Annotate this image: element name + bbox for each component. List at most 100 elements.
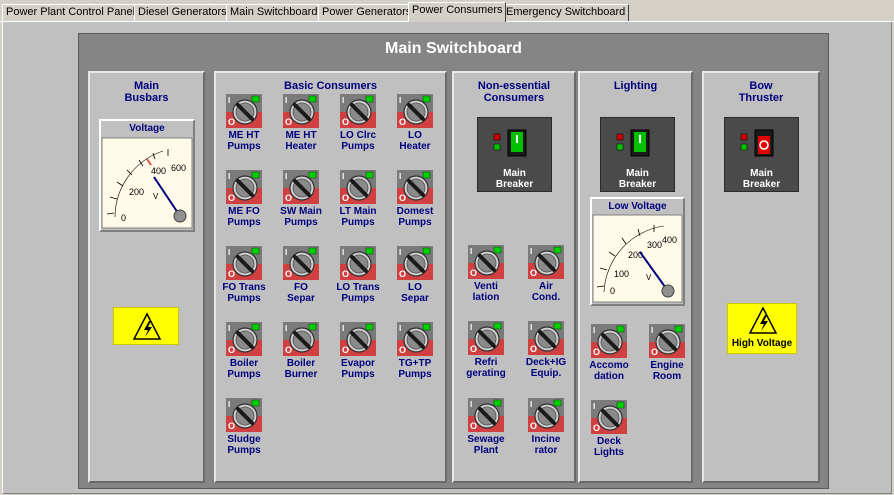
tab-power-plant-control-panel[interactable]: Power Plant Control Panel — [2, 4, 140, 21]
svg-text:V: V — [153, 192, 159, 201]
consumer-switch-label: LO Heater — [399, 130, 431, 152]
svg-text:O: O — [530, 268, 537, 278]
svg-text:I: I — [342, 324, 344, 333]
svg-text:O: O — [399, 269, 406, 279]
consumer-switch[interactable]: I O Air Cond. — [522, 245, 570, 303]
svg-text:O: O — [285, 193, 292, 203]
rotary-switch-icon: IO — [649, 324, 685, 358]
svg-text:I: I — [342, 172, 344, 181]
consumer-switch-label: LT Main Pumps — [339, 206, 377, 228]
svg-text:I: I — [342, 96, 344, 105]
consumer-switch-label: TG+TP Pumps — [398, 358, 432, 380]
consumer-switch[interactable]: I O Incine rator — [522, 398, 570, 456]
svg-text:I: I — [342, 248, 344, 257]
voltage-meter: Voltage 0 200 400 600 V — [99, 119, 195, 232]
breaker-on-icon — [493, 129, 527, 157]
consumer-switch[interactable]: I O Boiler Pumps — [220, 322, 268, 380]
svg-text:I: I — [228, 324, 230, 333]
svg-text:I: I — [593, 326, 595, 335]
lighting-main-breaker[interactable]: Main Breaker — [600, 117, 675, 192]
svg-text:O: O — [228, 345, 235, 355]
svg-text:O: O — [651, 347, 658, 357]
svg-text:I: I — [285, 248, 287, 257]
consumer-switch[interactable]: I O LO Separ — [391, 246, 439, 304]
svg-text:O: O — [285, 345, 292, 355]
svg-text:I: I — [228, 400, 230, 409]
svg-text:I: I — [530, 400, 532, 409]
consumer-switch-label: Sludge Pumps — [227, 434, 261, 456]
consumer-switch-label: LO Trans Pumps — [336, 282, 380, 304]
voltage-meter-title: Voltage — [129, 123, 165, 134]
consumer-switch[interactable]: I O ME HT Heater — [277, 94, 325, 152]
svg-text:O: O — [530, 344, 537, 354]
svg-text:I: I — [593, 402, 595, 411]
consumer-switch-label: FO Trans Pumps — [222, 282, 266, 304]
consumer-switch[interactable]: I O SW Main Pumps — [277, 170, 325, 228]
consumer-switch[interactable]: I O Deck Lights — [585, 400, 633, 458]
consumer-switch-label: Accomo dation — [589, 360, 629, 382]
consumer-switch[interactable]: I O LT Main Pumps — [334, 170, 382, 228]
svg-text:I: I — [399, 96, 401, 105]
lighting-section: Lighting Main Breaker Low Voltage 0 100 … — [578, 71, 693, 483]
rotary-switch-icon: IO — [340, 94, 376, 128]
voltage-tick-200: 200 — [129, 187, 144, 197]
consumer-switch[interactable]: I O FO Separ — [277, 246, 325, 304]
high-voltage-warning — [113, 307, 179, 345]
rotary-switch-icon: IO — [397, 246, 433, 280]
rotary-switch-icon: IO — [528, 321, 564, 355]
svg-text:O: O — [342, 345, 349, 355]
rotary-switch-icon: IO — [528, 245, 564, 279]
tab-main-switchboard[interactable]: Main Switchboard — [226, 4, 322, 21]
bow-main-breaker[interactable]: Main Breaker — [724, 117, 799, 192]
rotary-switch-icon: IO — [283, 94, 319, 128]
rotary-switch-icon: IO — [226, 398, 262, 432]
tab-power-consumers[interactable]: Power Consumers — [408, 2, 507, 22]
nonessential-main-breaker[interactable]: Main Breaker — [477, 117, 552, 192]
consumer-switch[interactable]: I O Domest Pumps — [391, 170, 439, 228]
consumer-switch[interactable]: I O LO Trans Pumps — [334, 246, 382, 304]
consumer-switch[interactable]: I O FO Trans Pumps — [220, 246, 268, 304]
tab-diesel-generators[interactable]: Diesel Generators — [134, 4, 231, 21]
svg-text:O: O — [342, 269, 349, 279]
rotary-switch-icon: IO — [226, 170, 262, 204]
consumer-switch[interactable]: I O ME HT Pumps — [220, 94, 268, 152]
consumer-switch[interactable]: I O Deck+IG Equip. — [522, 321, 570, 379]
consumer-switch[interactable]: I O Refri gerating — [462, 321, 510, 379]
svg-text:O: O — [228, 193, 235, 203]
tab-power-generators[interactable]: Power Generators — [318, 4, 416, 21]
rotary-switch-icon: IO — [340, 246, 376, 280]
breaker-off-icon — [740, 129, 774, 157]
consumer-switch[interactable]: I O TG+TP Pumps — [391, 322, 439, 380]
consumer-switch-label: Venti lation — [472, 281, 500, 303]
consumer-switch[interactable]: I O Engine Room — [643, 324, 691, 382]
svg-text:O: O — [285, 269, 292, 279]
high-voltage-icon — [748, 306, 778, 334]
consumer-switch-label: LO Separ — [401, 282, 429, 304]
consumer-switch-label: ME FO Pumps — [227, 206, 261, 228]
svg-text:O: O — [470, 421, 477, 431]
consumer-switch[interactable]: I O Sludge Pumps — [220, 398, 268, 456]
voltage-tick-0: 0 — [121, 213, 126, 223]
consumer-switch[interactable]: I O Evapor Pumps — [334, 322, 382, 380]
consumer-switch[interactable]: I O Sewage Plant — [462, 398, 510, 456]
consumer-switch-label: ME HT Pumps — [227, 130, 261, 152]
consumer-switch[interactable]: I O Boiler Burner — [277, 322, 325, 380]
tab-emergency-switchboard[interactable]: Emergency Switchboard — [502, 4, 630, 21]
nonessential-title-line1: Non-essential — [477, 80, 551, 92]
consumer-switch-label: Boiler Burner — [284, 358, 318, 380]
rotary-switch-icon: IO — [468, 321, 504, 355]
consumer-switch-label: Engine Room — [650, 360, 684, 382]
low-voltage-gauge-icon: 0 100 200 300 400 V — [592, 214, 683, 303]
consumer-switch[interactable]: I O ME FO Pumps — [220, 170, 268, 228]
switchboard-panel: Main Switchboard Main Busbars Voltage 0 … — [78, 33, 829, 489]
consumer-switch[interactable]: I O LO Clrc Pumps — [334, 94, 382, 152]
consumer-switch[interactable]: I O Accomo dation — [585, 324, 633, 382]
lighting-title: Lighting — [613, 80, 658, 92]
lv-tick-400: 400 — [662, 235, 677, 245]
consumer-switch[interactable]: I O Venti lation — [462, 245, 510, 303]
rotary-switch-icon: IO — [226, 94, 262, 128]
svg-text:I: I — [228, 96, 230, 105]
rotary-switch-icon: IO — [340, 170, 376, 204]
consumer-switch[interactable]: I O LO Heater — [391, 94, 439, 152]
basic-consumers-section: Basic Consumers I O ME HT Pumps I O ME HT Heate… — [214, 71, 447, 483]
